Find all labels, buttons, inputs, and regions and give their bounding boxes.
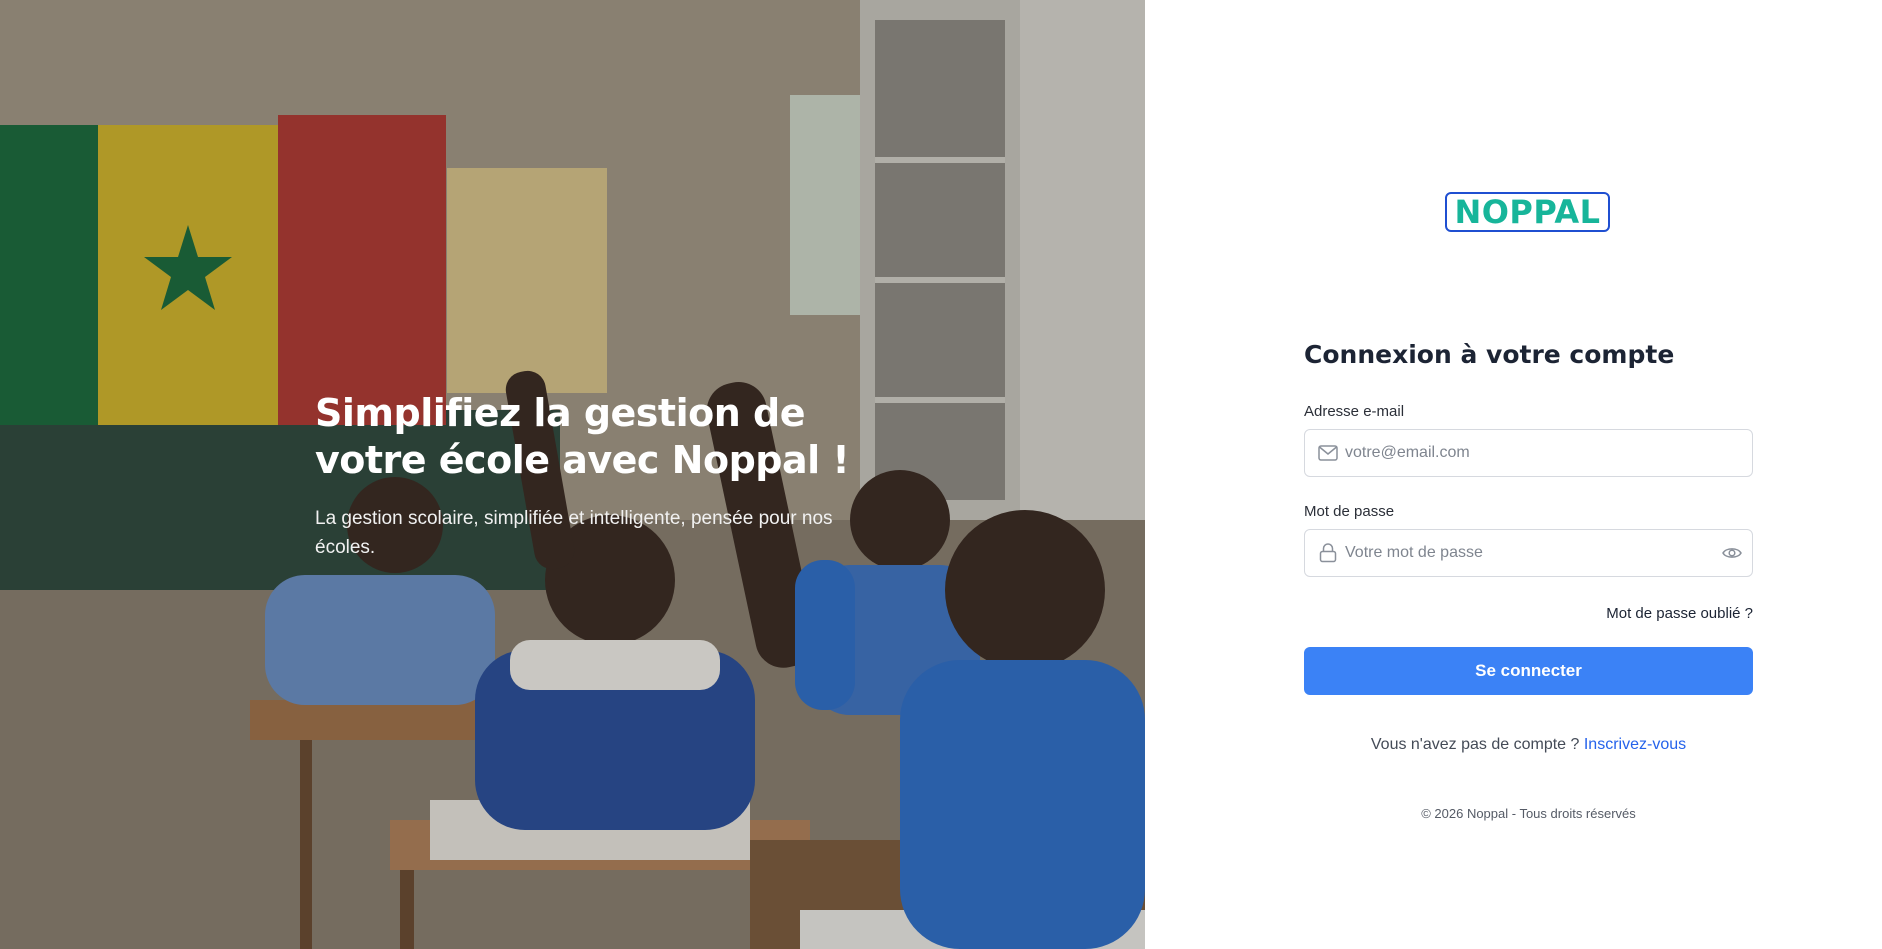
signup-link[interactable]: Inscrivez-vous (1584, 736, 1686, 753)
signup-row: Vous n'avez pas de compte ? Inscrivez-vo… (1304, 736, 1753, 754)
email-label: Adresse e-mail (1304, 403, 1405, 420)
noppal-logo: NOPPAL (1445, 192, 1610, 232)
email-field (1304, 429, 1753, 477)
login-button[interactable]: Se connecter (1304, 647, 1753, 695)
hero-panel: Simplifiez la gestion de votre école ave… (0, 0, 1145, 949)
signup-prompt: Vous n'avez pas de compte ? (1370, 736, 1580, 753)
hero-title-line1: Simplifiez la gestion de (315, 391, 805, 435)
logo-text: NOPPAL (1454, 193, 1601, 231)
mail-icon (1305, 445, 1345, 461)
hero-subtitle: La gestion scolaire, simplifiée et intel… (315, 508, 833, 558)
copyright-text: © 2026 Noppal - Tous droits réservés (1421, 806, 1636, 821)
eye-icon[interactable] (1712, 546, 1752, 560)
forgot-password-link[interactable]: Mot de passe oublié ? (1304, 605, 1753, 622)
login-form: Connexion à votre compte Adresse e-mail … (1304, 340, 1753, 821)
password-input[interactable] (1345, 544, 1712, 562)
login-title: Connexion à votre compte (1304, 340, 1675, 369)
email-input[interactable] (1345, 444, 1752, 462)
lock-icon (1305, 543, 1345, 563)
login-panel: NOPPAL Connexion à votre compte Adresse … (1145, 0, 1882, 949)
password-label: Mot de passe (1304, 503, 1395, 520)
login-page: Simplifiez la gestion de votre école ave… (0, 0, 1882, 949)
hero-title: Simplifiez la gestion de votre école ave… (315, 390, 855, 484)
password-field (1304, 529, 1753, 577)
hero-text: Simplifiez la gestion de votre école ave… (315, 390, 855, 562)
hero-title-line2: votre école avec Noppal ! (315, 438, 850, 482)
